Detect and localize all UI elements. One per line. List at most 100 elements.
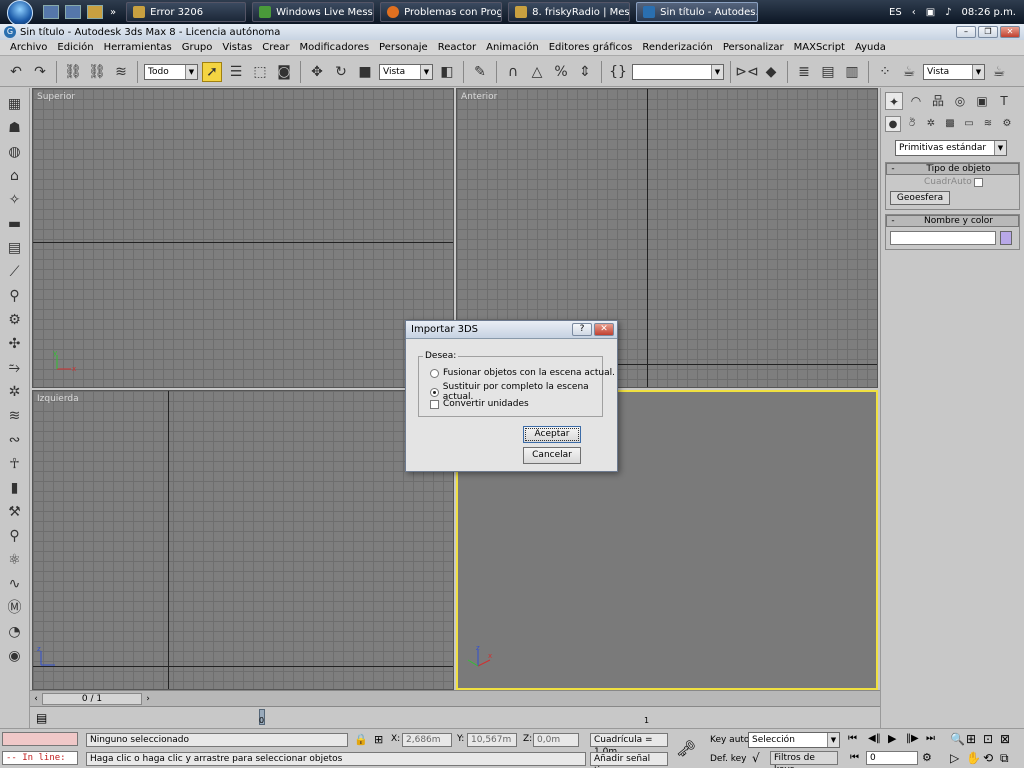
spring-tab-icon[interactable]: ∿ (5, 574, 25, 594)
time-slider-prev-icon[interactable]: ‹ (30, 694, 42, 704)
previous-frame-icon[interactable]: ◀‖ (868, 733, 881, 744)
menu-maxscript[interactable]: MAXScript (789, 42, 850, 53)
motor-tab-icon[interactable]: ◔ (5, 622, 25, 642)
lights-tab-icon[interactable]: ◍ (5, 142, 25, 162)
task-problemas-con-prog[interactable]: Problemas con Prog... (380, 2, 503, 22)
merge-radio[interactable] (430, 368, 439, 378)
tray-expand-icon[interactable]: ‹ (912, 7, 916, 18)
lights-icon[interactable]: ✲ (923, 116, 939, 132)
zoom-icon[interactable]: 🔍 (950, 732, 965, 746)
window-crossing-icon[interactable]: ◙ (274, 62, 294, 82)
clock[interactable]: 08:26 p.m. (962, 7, 1016, 18)
menu-vistas[interactable]: Vistas (217, 42, 257, 53)
cloth-tab-icon[interactable]: ▮ (5, 478, 25, 498)
bind-space-warp-icon[interactable]: ≋ (111, 62, 131, 82)
category-dropdown[interactable]: Primitivas estándar ▼ (895, 140, 1007, 156)
space-warps-icon[interactable]: ≋ (980, 116, 996, 132)
time-slider-thumb[interactable]: 0 / 1 (42, 692, 142, 705)
language-indicator[interactable]: ES (889, 7, 902, 18)
water-tab-icon[interactable]: ≋ (5, 406, 25, 426)
play-icon[interactable]: ▶ (888, 732, 896, 745)
mirror-icon[interactable]: ⊳⊲ (735, 62, 758, 82)
pivot-center-icon[interactable]: ◧ (437, 62, 457, 82)
wind-tab-icon[interactable]: ⚛ (5, 550, 25, 570)
default-in-out-tangents-icon[interactable]: √ (752, 751, 760, 765)
reference-coordinate-dropdown[interactable]: Vista ▼ (379, 63, 433, 80)
3dsmax-app-icon[interactable]: G (4, 26, 16, 38)
task-friskyradio[interactable]: 8. friskyRadio | Mest... (508, 2, 631, 22)
schematic-view-icon[interactable]: ▥ (842, 62, 862, 82)
viewport-label-top[interactable]: Superior (37, 92, 75, 102)
task-3dsmax[interactable]: Sin título - Autodes... (636, 2, 759, 22)
bones-tab-icon[interactable]: ⚒ (5, 502, 25, 522)
spinner-snap-icon[interactable]: ⇕ (575, 62, 595, 82)
volume-icon[interactable]: ♪ (945, 7, 951, 18)
time-slider[interactable]: ‹ 0 / 1 › (30, 690, 880, 706)
compounds-tab-icon[interactable]: ☗ (5, 118, 25, 138)
close-button[interactable]: ✕ (1000, 26, 1020, 38)
select-by-name-icon[interactable]: ☰ (226, 62, 246, 82)
display-tab-icon[interactable]: ▣ (973, 92, 991, 110)
named-selection-dropdown[interactable]: ▼ (632, 63, 724, 80)
rollout-header-name-color[interactable]: - Nombre y color (886, 215, 1019, 227)
patch-grids-tab-icon[interactable]: ▤ (5, 238, 25, 258)
switch-windows-icon[interactable] (65, 5, 81, 19)
cameras-tab-icon[interactable]: ⌂ (5, 166, 25, 186)
add-time-tag[interactable]: Añadir señal tiempo (590, 752, 668, 768)
reactor-tab-icon[interactable]: ⥲ (5, 358, 25, 378)
layer-manager-icon[interactable]: ≣ (794, 62, 814, 82)
motion-tab-icon[interactable]: ◎ (951, 92, 969, 110)
render-scene-icon[interactable]: ☕ (899, 62, 919, 82)
maximize-viewport-icon[interactable]: ⧉ (1000, 751, 1009, 766)
cancel-button[interactable]: Cancelar (523, 447, 581, 464)
create-tab-icon[interactable]: ✦ (885, 92, 903, 110)
select-and-link-icon[interactable]: ⛓ (63, 62, 83, 82)
menu-herramientas[interactable]: Herramientas (99, 42, 177, 53)
select-and-scale-icon[interactable]: ■ (355, 62, 375, 82)
auto-key-button[interactable]: Key auto (710, 735, 749, 745)
angle-snap-icon[interactable]: △ (527, 62, 547, 82)
quicklaunch-icon[interactable] (87, 5, 103, 19)
toy-car-tab-icon[interactable]: ◉ (5, 646, 25, 666)
menu-renderizacion[interactable]: Renderización (637, 42, 718, 53)
set-key-icon[interactable]: 🗝 (676, 739, 696, 758)
menu-personaje[interactable]: Personaje (374, 42, 433, 53)
cameras-icon[interactable]: ▩ (942, 116, 958, 132)
dialog-titlebar[interactable]: Importar 3DS ? ✕ (406, 321, 617, 339)
mini-curve-editor-icon[interactable]: ▤ (36, 711, 47, 725)
network-icon[interactable]: ▣ (926, 7, 935, 18)
next-frame-icon[interactable]: ‖▶ (906, 733, 919, 744)
convert-units-option[interactable]: Convertir unidades (430, 399, 529, 409)
particles-tab-icon[interactable]: ▬ (5, 214, 25, 234)
biped-tab-icon[interactable]: ☥ (5, 454, 25, 474)
replace-radio[interactable] (430, 387, 439, 397)
window-titlebar[interactable]: G Sin título - Autodesk 3ds Max 8 - Lice… (0, 24, 1024, 40)
helpers-tab-icon[interactable]: ✧ (5, 190, 25, 210)
go-to-start-icon[interactable]: ⏮ (848, 733, 857, 744)
viewport-top[interactable]: Superior xy (32, 88, 454, 388)
maxscript-listener-input[interactable]: -- In line: (2, 751, 78, 765)
snaps-toggle-icon[interactable]: ∩ (503, 62, 523, 82)
dynamics-tab-icon[interactable]: ⚲ (5, 286, 25, 306)
redo-icon[interactable]: ↷ (30, 62, 50, 82)
convert-units-checkbox[interactable] (430, 399, 439, 409)
minimize-button[interactable]: – (956, 26, 976, 38)
arc-rotate-icon[interactable]: ⟲ (983, 751, 993, 765)
x-coordinate-field[interactable]: 2,686m (402, 733, 452, 747)
helpers-icon[interactable]: ▭ (961, 116, 977, 132)
task-error-3206[interactable]: Error 3206 (126, 2, 247, 22)
menu-ayuda[interactable]: Ayuda (850, 42, 891, 53)
rollout-header-object-type[interactable]: - Tipo de objeto (886, 163, 1019, 175)
menu-archivo[interactable]: Archivo (5, 42, 52, 53)
lock-selection-icon[interactable]: 🔒 (354, 733, 368, 746)
autogrid-checkbox[interactable] (974, 178, 983, 187)
dialog-close-button[interactable]: ✕ (594, 323, 614, 336)
nurbs-tab-icon[interactable]: ⟋ (5, 262, 25, 282)
modifiers-tab-icon[interactable]: ⚙ (5, 310, 25, 330)
start-button[interactable] (0, 0, 40, 26)
menu-reactor[interactable]: Reactor (433, 42, 481, 53)
go-to-end-icon[interactable]: ⏭ (926, 733, 935, 744)
dialog-help-button[interactable]: ? (572, 323, 592, 336)
shapes-icon[interactable]: ඊ (904, 116, 920, 132)
task-windows-live-messenger[interactable]: Windows Live Mess... (252, 2, 375, 22)
